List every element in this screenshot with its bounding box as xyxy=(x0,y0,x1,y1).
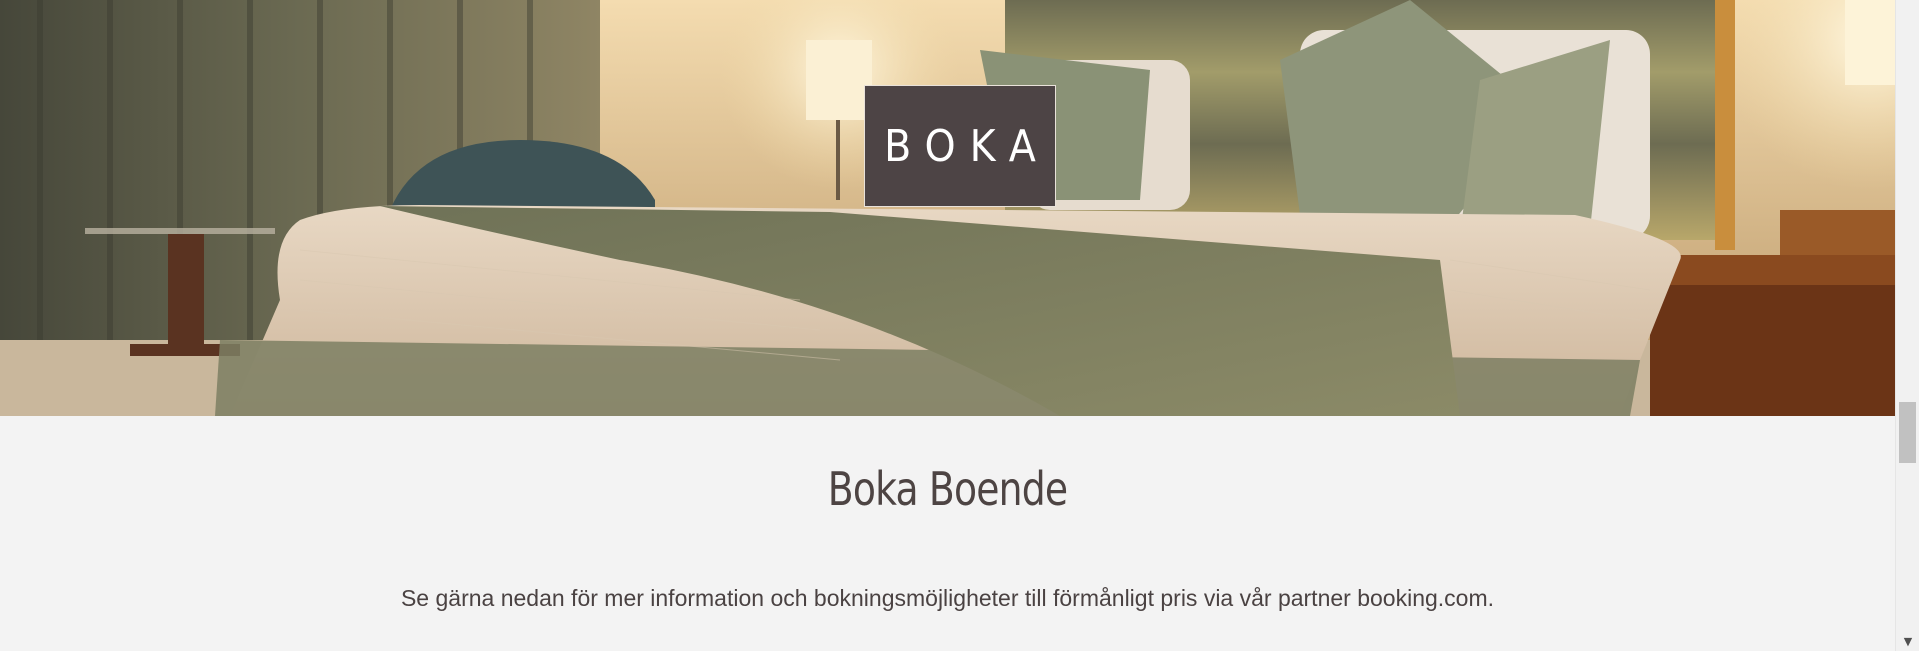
scrollbar-thumb[interactable] xyxy=(1899,402,1916,463)
hero-image: BOKA xyxy=(0,0,1895,416)
section-title: Boka Boende xyxy=(827,462,1068,516)
hotel-room-photo-icon xyxy=(0,0,1895,416)
section-description: Se gärna nedan för mer information och b… xyxy=(400,585,1495,611)
boka-badge-label: BOKA xyxy=(884,120,1050,172)
page: BOKA Boka Boende Se gärna nedan för mer … xyxy=(0,0,1895,651)
scroll-down-arrow-icon[interactable]: ▼ xyxy=(1896,631,1919,651)
vertical-scrollbar[interactable]: ▼ xyxy=(1895,0,1919,651)
boka-badge: BOKA xyxy=(864,85,1056,207)
